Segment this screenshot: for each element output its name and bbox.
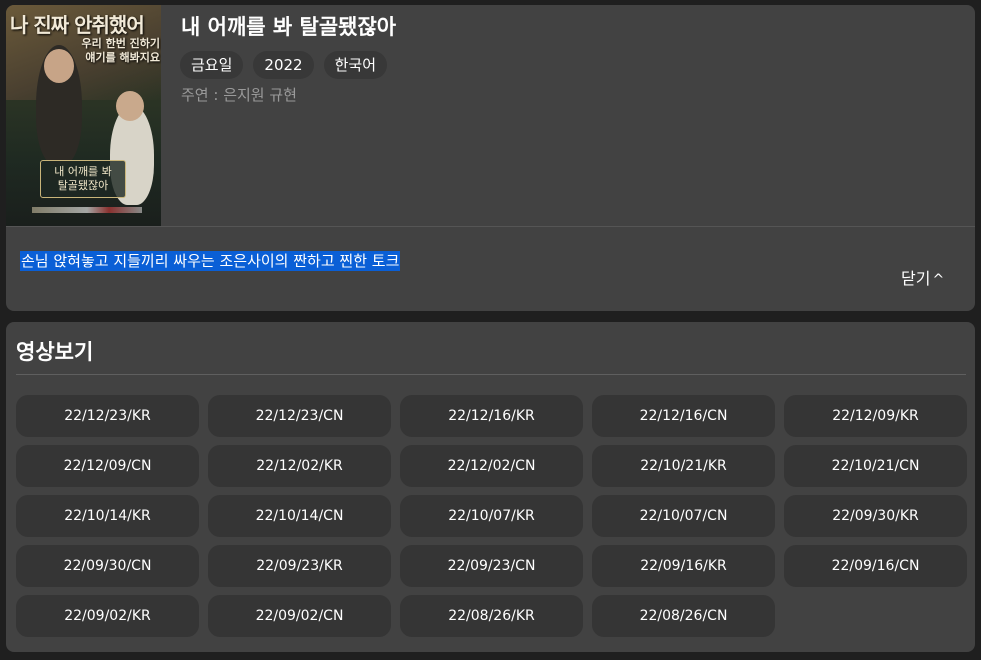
poster-broadcast-strip [32, 207, 142, 213]
poster-person-right-head [116, 91, 144, 121]
episode-button[interactable]: 22/09/02/KR [16, 595, 199, 637]
poster-headline: 나 진짜 안취했어 [10, 13, 145, 37]
chevron-up-icon: ^ [932, 272, 945, 288]
episode-button[interactable]: 22/12/23/CN [208, 395, 391, 437]
info-divider [6, 226, 975, 227]
episode-button[interactable]: 22/09/16/CN [784, 545, 967, 587]
episode-button[interactable]: 22/10/21/KR [592, 445, 775, 487]
episode-button[interactable]: 22/09/23/KR [208, 545, 391, 587]
show-tags: 금요일 2022 한국어 [180, 51, 387, 79]
episode-button[interactable]: 22/12/02/KR [208, 445, 391, 487]
show-poster-image: 나 진짜 안취했어 우리 한번 진하기 얘기를 해봐지요 내 어깨를 봐 탈골됐… [6, 5, 161, 226]
episode-button[interactable]: 22/10/14/CN [208, 495, 391, 537]
show-synopsis: 손님 앉혀놓고 지들끼리 싸우는 조은사이의 짠하고 찐한 토크 [20, 251, 401, 271]
episode-button[interactable]: 22/08/26/KR [400, 595, 583, 637]
show-title: 내 어깨를 봐 탈골됐잖아 [181, 15, 397, 39]
close-synopsis-button[interactable]: 닫기 ^ [901, 265, 944, 289]
episode-button[interactable]: 22/12/23/KR [16, 395, 199, 437]
episode-button[interactable]: 22/09/30/CN [16, 545, 199, 587]
episode-button[interactable]: 22/08/26/CN [592, 595, 775, 637]
poster-quote: 우리 한번 진하기 얘기를 해봐지요 [81, 37, 161, 64]
episode-button[interactable]: 22/12/09/KR [784, 395, 967, 437]
poster-title-sign: 내 어깨를 봐 탈골됐잖아 [40, 160, 126, 198]
video-list-card: 영상보기 22/12/23/KR 22/12/23/CN 22/12/16/KR 22… [6, 322, 975, 652]
episode-button[interactable]: 22/09/16/KR [592, 545, 775, 587]
episode-button[interactable]: 22/09/02/CN [208, 595, 391, 637]
section-divider [16, 374, 966, 375]
tag-year: 2022 [253, 51, 314, 79]
close-button-label: 닫기 [901, 269, 931, 288]
show-info-card: 나 진짜 안취했어 우리 한번 진하기 얘기를 해봐지요 내 어깨를 봐 탈골됐… [6, 5, 975, 311]
episode-button[interactable]: 22/09/30/KR [784, 495, 967, 537]
tag-language: 한국어 [323, 51, 387, 79]
episode-button[interactable]: 22/12/09/CN [16, 445, 199, 487]
episode-grid: 22/12/23/KR 22/12/23/CN 22/12/16/KR 22/12/1… [16, 395, 968, 637]
tag-day: 금요일 [180, 51, 244, 79]
episode-button[interactable]: 22/09/23/CN [400, 545, 583, 587]
episode-button[interactable]: 22/12/16/CN [592, 395, 775, 437]
episode-button[interactable]: 22/10/07/KR [400, 495, 583, 537]
episode-button[interactable]: 22/12/16/KR [400, 395, 583, 437]
episode-button[interactable]: 22/12/02/CN [400, 445, 583, 487]
section-title: 영상보기 [16, 340, 94, 364]
episode-button[interactable]: 22/10/07/CN [592, 495, 775, 537]
episode-button[interactable]: 22/10/14/KR [16, 495, 199, 537]
show-cast: 주연 : 은지원 규현 [181, 86, 297, 104]
episode-button[interactable]: 22/10/21/CN [784, 445, 967, 487]
